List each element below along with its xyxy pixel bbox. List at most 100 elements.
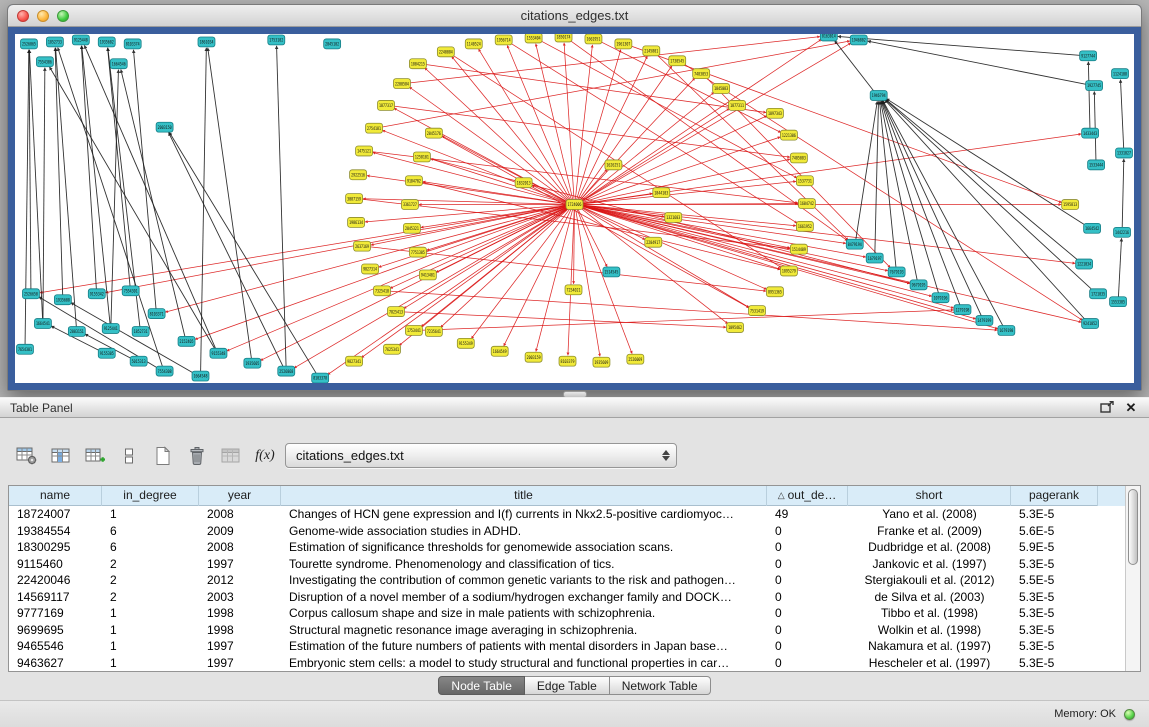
graph-edge[interactable] <box>886 99 1086 226</box>
graph-edge[interactable] <box>382 130 568 202</box>
graph-edge[interactable] <box>43 68 45 319</box>
table-row[interactable]: 977716911998Corpus callosum shape and si… <box>9 605 1125 622</box>
graph-edge[interactable] <box>856 101 877 239</box>
graph-edge[interactable] <box>56 48 77 327</box>
graph-node-label: 9679195 <box>912 283 926 288</box>
graph-edge[interactable] <box>195 206 568 339</box>
graph-edge[interactable] <box>29 50 42 319</box>
graph-edge[interactable] <box>656 54 848 240</box>
tab-network-table[interactable]: Network Table <box>610 676 711 695</box>
table-scrollbar[interactable] <box>1125 486 1140 671</box>
tab-edge-table[interactable]: Edge Table <box>525 676 610 695</box>
graph-edge[interactable] <box>108 48 140 327</box>
graph-edge[interactable] <box>581 116 767 203</box>
import-table-icon[interactable] <box>218 443 244 469</box>
graph-edge[interactable] <box>580 208 728 324</box>
table-row[interactable]: 1456911722003Disruption of a novel membe… <box>9 589 1125 606</box>
graph-edge[interactable] <box>1120 80 1123 148</box>
column-header-title[interactable]: title <box>281 486 767 506</box>
close-panel-icon[interactable]: ✕ <box>1123 400 1139 415</box>
graph-edge[interactable] <box>838 36 1081 55</box>
rows-icon[interactable] <box>116 443 142 469</box>
tab-node-table[interactable]: Node Table <box>438 676 525 695</box>
graph-edge[interactable] <box>576 209 600 356</box>
graph-edge[interactable] <box>885 99 1093 290</box>
graph-edge[interactable] <box>25 50 29 344</box>
graph-edge[interactable] <box>409 87 568 202</box>
add-column-icon[interactable] <box>82 443 108 469</box>
graph-edge[interactable] <box>880 101 896 267</box>
graph-edge[interactable] <box>421 310 954 330</box>
graph-edge[interactable] <box>835 41 875 92</box>
column-header-out_degree[interactable]: △out_de… <box>767 486 848 506</box>
graph-edge[interactable] <box>886 99 1079 261</box>
table-row[interactable]: 2242004622012Investigating the contribut… <box>9 572 1125 589</box>
network-window-titlebar[interactable]: citations_edges.txt <box>8 5 1141 27</box>
graph-edge[interactable] <box>201 48 207 371</box>
column-header-in_degree[interactable]: in_degree <box>102 486 199 506</box>
table-row[interactable]: 911546021997Tourette syndrome. Phenomeno… <box>9 556 1125 573</box>
graph-edge[interactable] <box>577 209 632 354</box>
table-row[interactable]: 1938455462009Genome-wide association stu… <box>9 523 1125 540</box>
select-columns-icon[interactable] <box>48 443 74 469</box>
graph-edge[interactable] <box>421 182 780 270</box>
graph-edge[interactable] <box>55 48 62 295</box>
graph-edge[interactable] <box>277 46 286 366</box>
new-file-icon[interactable] <box>150 443 176 469</box>
table-panel-title: Table Panel <box>10 401 73 415</box>
minimize-window-button[interactable] <box>37 10 49 22</box>
close-window-button[interactable] <box>17 10 29 22</box>
graph-edge[interactable] <box>133 50 156 309</box>
graph-edge[interactable] <box>452 56 570 200</box>
graph-edge[interactable] <box>581 181 796 204</box>
graph-edge[interactable] <box>881 101 918 280</box>
function-builder-icon[interactable]: f(x) <box>252 443 278 469</box>
zoom-window-button[interactable] <box>57 10 69 22</box>
delete-icon[interactable] <box>184 443 210 469</box>
column-header-pagerank[interactable]: pagerank <box>1011 486 1098 506</box>
graph-edge[interactable] <box>84 45 215 348</box>
graph-edge[interactable] <box>882 101 981 316</box>
scrollbar-thumb[interactable] <box>1128 489 1138 565</box>
graph-edge[interactable] <box>1118 238 1121 297</box>
table-row[interactable]: 946554611997Estimation of the future num… <box>9 638 1125 655</box>
graph-edge[interactable] <box>581 206 976 319</box>
graph-edge[interactable] <box>208 48 252 358</box>
table-row[interactable]: 1872400712008Changes of HCN gene express… <box>9 506 1125 523</box>
float-panel-icon[interactable] <box>1099 400 1115 415</box>
graph-edge[interactable] <box>1088 62 1090 128</box>
graph-edge[interactable] <box>49 67 214 349</box>
table-row[interactable]: 946362711997Embryonic stem cells: a mode… <box>9 655 1125 672</box>
graph-edge[interactable] <box>536 209 573 351</box>
network-canvas[interactable]: 2526065185273391254481935602810337475543… <box>15 34 1134 383</box>
graph-edge[interactable] <box>328 207 569 374</box>
graph-edge[interactable] <box>108 48 130 286</box>
graph-edge[interactable] <box>361 207 568 357</box>
graph-edge[interactable] <box>40 205 568 292</box>
graph-edge[interactable] <box>169 133 284 367</box>
graph-edge[interactable] <box>425 68 570 201</box>
cell-year: 2008 <box>199 539 281 556</box>
graph-edge[interactable] <box>579 169 607 201</box>
graph-edge[interactable] <box>881 101 938 293</box>
column-header-short[interactable]: short <box>848 486 1011 506</box>
table-selector-combo[interactable]: citations_edges.txt <box>285 443 677 468</box>
table-row[interactable]: 1830029562008Estimation of significance … <box>9 539 1125 556</box>
graph-edge[interactable] <box>1094 92 1096 160</box>
graph-edge[interactable] <box>106 205 568 292</box>
table-mode-icon[interactable] <box>14 443 40 469</box>
table-row[interactable]: 969969511998Structural magnetic resonanc… <box>9 622 1125 639</box>
graph-edge[interactable] <box>581 205 1075 263</box>
graph-edge[interactable] <box>581 206 932 296</box>
graph-edge[interactable] <box>581 206 888 271</box>
graph-edge[interactable] <box>875 101 879 253</box>
graph-edge[interactable] <box>579 78 695 201</box>
graph-edge[interactable] <box>373 152 568 203</box>
column-header-year[interactable]: year <box>199 486 281 506</box>
graph-edge[interactable] <box>29 50 31 289</box>
graph-edge[interactable] <box>1122 159 1124 227</box>
graph-edge[interactable] <box>536 44 573 200</box>
column-header-name[interactable]: name <box>9 486 102 506</box>
graph-edge[interactable] <box>58 48 163 367</box>
graph-edge[interactable] <box>581 206 1081 323</box>
